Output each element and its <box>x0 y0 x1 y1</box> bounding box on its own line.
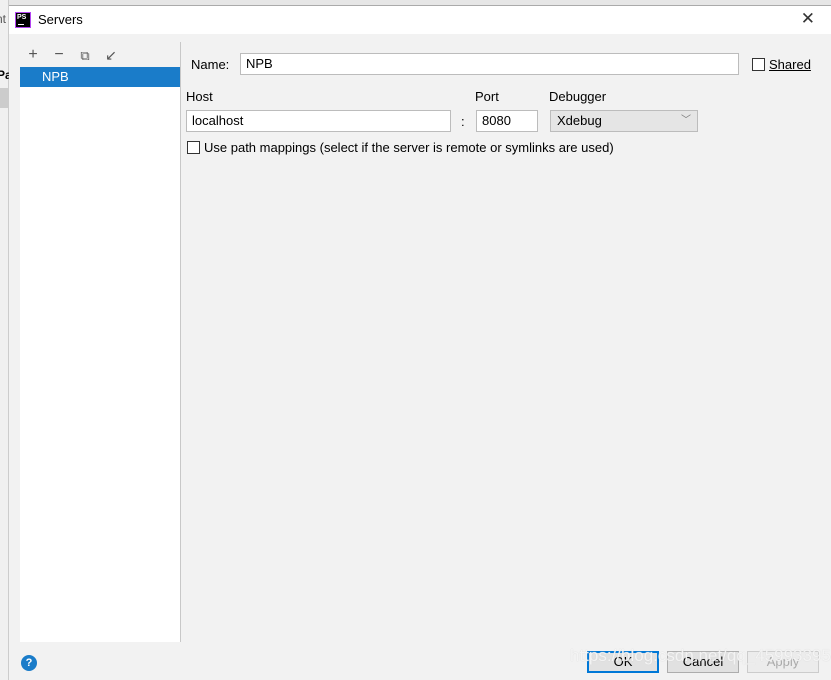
host-input[interactable]: localhost <box>186 110 451 132</box>
title-bar: PS Servers ✕ <box>9 6 831 34</box>
cancel-button[interactable]: Cancel <box>667 651 739 673</box>
path-mappings-label: Use path mappings (select if the server … <box>204 140 614 155</box>
background-strip <box>0 88 9 108</box>
debugger-value: Xdebug <box>557 113 602 128</box>
server-list-item[interactable]: NPB <box>20 67 180 87</box>
chevron-down-icon: ﹀ <box>681 115 691 126</box>
shared-label: Shared <box>769 57 811 72</box>
apply-button[interactable]: Apply <box>747 651 819 673</box>
window-title: Servers <box>38 12 83 27</box>
host-label: Host <box>186 89 213 104</box>
name-label: Name: <box>191 57 230 72</box>
shared-checkbox[interactable] <box>752 58 765 71</box>
copy-icon[interactable]: ⧉ <box>77 48 93 64</box>
phpstorm-logo-icon: PS <box>15 12 31 28</box>
divider <box>180 42 181 642</box>
minus-icon[interactable]: − <box>51 46 67 64</box>
server-list: NPB <box>20 67 180 642</box>
plus-icon[interactable]: + <box>25 46 41 64</box>
help-icon[interactable]: ? <box>21 655 37 671</box>
colon-separator: : <box>461 114 465 129</box>
path-mappings-checkbox[interactable] <box>187 141 200 154</box>
debugger-select[interactable]: Xdebug ﹀ <box>550 110 698 132</box>
background-app: nt Pa <box>0 0 12 680</box>
ok-button[interactable]: OK <box>587 651 659 673</box>
port-input[interactable]: 8080 <box>476 110 538 132</box>
close-icon[interactable]: ✕ <box>801 9 815 29</box>
import-icon[interactable]: ↙ <box>103 47 119 64</box>
name-input[interactable]: NPB <box>240 53 739 75</box>
debugger-label: Debugger <box>549 89 607 104</box>
background-text: nt <box>0 12 7 26</box>
port-label: Port <box>475 89 499 104</box>
servers-dialog: PS Servers ✕ + − ⧉ ↙ NPB Name: NPB Share… <box>9 5 831 680</box>
